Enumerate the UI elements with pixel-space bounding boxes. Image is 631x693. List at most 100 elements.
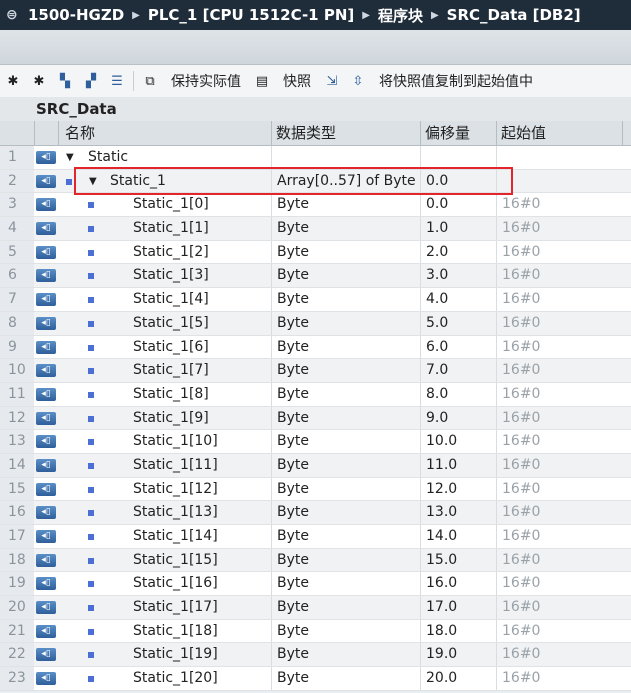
cell-start-value[interactable]: 16#0 — [502, 336, 540, 359]
row-number[interactable]: 8 — [0, 311, 34, 335]
cell-start-value[interactable]: 16#0 — [502, 359, 540, 382]
cell-name[interactable]: Static_1[18] — [133, 620, 218, 643]
cell-name[interactable]: Static_1[20] — [133, 667, 218, 690]
column-header-data-type[interactable]: 数据类型 — [271, 121, 420, 145]
cell-start-value[interactable]: 16#0 — [502, 217, 540, 240]
cell-start-value[interactable]: 16#0 — [502, 667, 540, 690]
table-row[interactable]: 13 ◂▯ Static_1[10] Byte 10.0 16#0 — [0, 430, 631, 454]
table-row[interactable]: 5 ◂▯ Static_1[2] Byte 2.0 16#0 — [0, 240, 631, 265]
table-row[interactable]: 23 ◂▯ Static_1[20] Byte 20.0 16#0 — [0, 667, 631, 691]
cell-data-type[interactable]: Byte — [277, 478, 309, 501]
cell-data-type[interactable]: Byte — [277, 454, 309, 477]
table-row[interactable]: 16 ◂▯ Static_1[13] Byte 13.0 16#0 — [0, 501, 631, 525]
breadcrumb-project[interactable]: 1500-HGZD — [28, 6, 124, 24]
row-number[interactable]: 5 — [0, 240, 34, 264]
row-number[interactable]: 20 — [0, 596, 34, 619]
cell-data-type[interactable]: Byte — [277, 217, 309, 240]
monitor-icon[interactable]: ⧉ — [137, 70, 163, 92]
cell-start-value[interactable]: 16#0 — [502, 193, 540, 216]
cell-name[interactable]: Static_1[16] — [133, 572, 218, 595]
cell-data-type[interactable]: Byte — [277, 359, 309, 382]
row-number[interactable]: 19 — [0, 572, 34, 596]
table-row[interactable]: 15 ◂▯ Static_1[12] Byte 12.0 16#0 — [0, 477, 631, 502]
table-row[interactable]: 10 ◂▯ Static_1[7] Byte 7.0 16#0 — [0, 359, 631, 383]
cell-start-value[interactable]: 16#0 — [502, 549, 540, 572]
cell-data-type[interactable]: Byte — [277, 620, 309, 643]
cell-name[interactable]: Static_1[5] — [133, 312, 209, 335]
table-row[interactable]: 18 ◂▯ Static_1[15] Byte 15.0 16#0 — [0, 548, 631, 573]
row-number[interactable]: 17 — [0, 525, 34, 548]
table-row[interactable]: 11 ◂▯ Static_1[8] Byte 8.0 16#0 — [0, 382, 631, 407]
table-row[interactable]: 3 ◂▯ Static_1[0] Byte 0.0 16#0 — [0, 193, 631, 218]
cell-start-value[interactable]: 16#0 — [502, 620, 540, 643]
cell-name[interactable]: Static — [88, 146, 128, 169]
cell-name[interactable]: Static_1[19] — [133, 643, 218, 666]
row-number[interactable]: 6 — [0, 264, 34, 288]
breadcrumb-folder[interactable]: 程序块 — [378, 5, 423, 26]
cell-data-type[interactable]: Byte — [277, 312, 309, 335]
add-row-icon[interactable]: ✱ — [26, 70, 52, 92]
cell-data-type[interactable]: Byte — [277, 596, 309, 619]
column-header-more[interactable] — [622, 121, 631, 145]
cell-start-value[interactable]: 16#0 — [502, 241, 540, 264]
cell-data-type[interactable]: Byte — [277, 549, 309, 572]
cell-data-type[interactable]: Byte — [277, 193, 309, 216]
column-header-name[interactable]: 名称 — [58, 121, 271, 145]
cell-data-type[interactable]: Byte — [277, 430, 309, 453]
row-number[interactable]: 7 — [0, 288, 34, 311]
cell-start-value[interactable]: 16#0 — [502, 383, 540, 406]
insert-row-icon[interactable]: ✱ — [0, 70, 26, 92]
cell-data-type[interactable]: Byte — [277, 525, 309, 548]
row-number[interactable]: 22 — [0, 643, 34, 667]
table-row[interactable]: 17 ◂▯ Static_1[14] Byte 14.0 16#0 — [0, 525, 631, 549]
cell-name[interactable]: Static_1[17] — [133, 596, 218, 619]
cell-data-type[interactable]: Byte — [277, 383, 309, 406]
table-row[interactable]: 8 ◂▯ Static_1[5] Byte 5.0 16#0 — [0, 311, 631, 336]
cell-data-type[interactable]: Byte — [277, 501, 309, 524]
cell-data-type[interactable]: Byte — [277, 288, 309, 311]
list-icon[interactable]: ☰ — [104, 70, 130, 92]
cell-start-value[interactable]: 16#0 — [502, 478, 540, 501]
cell-name[interactable]: Static_1[0] — [133, 193, 209, 216]
table-row[interactable]: 12 ◂▯ Static_1[9] Byte 9.0 16#0 — [0, 406, 631, 431]
cell-name[interactable]: Static_1[15] — [133, 549, 218, 572]
cell-data-type[interactable]: Byte — [277, 407, 309, 430]
cell-start-value[interactable]: 16#0 — [502, 430, 540, 453]
table-row[interactable]: 22 ◂▯ Static_1[19] Byte 19.0 16#0 — [0, 643, 631, 668]
collapse-triangle-icon[interactable]: ▼ — [66, 146, 74, 169]
row-number[interactable]: 9 — [0, 335, 34, 359]
cell-start-value[interactable]: 16#0 — [502, 643, 540, 666]
row-number[interactable]: 11 — [0, 382, 34, 406]
row-number[interactable]: 23 — [0, 667, 34, 690]
copy-snapshot-icon[interactable]: ⇲ — [319, 70, 345, 92]
cell-start-value[interactable]: 16#0 — [502, 525, 540, 548]
table-row[interactable]: 6 ◂▯ Static_1[3] Byte 3.0 16#0 — [0, 264, 631, 289]
cell-name[interactable]: Static_1[2] — [133, 241, 209, 264]
cell-data-type[interactable]: Byte — [277, 264, 309, 287]
table-row[interactable]: 19 ◂▯ Static_1[16] Byte 16.0 16#0 — [0, 572, 631, 597]
cell-start-value[interactable]: 16#0 — [502, 264, 540, 287]
cell-name[interactable]: Static_1[9] — [133, 407, 209, 430]
cell-name[interactable]: Static_1[13] — [133, 501, 218, 524]
cell-name[interactable]: Static_1[8] — [133, 383, 209, 406]
row-number[interactable]: 2 — [0, 169, 34, 193]
cell-start-value[interactable]: 16#0 — [502, 312, 540, 335]
row-number[interactable]: 10 — [0, 359, 34, 382]
keep-actual-values-button[interactable]: 保持实际值 — [171, 71, 241, 91]
cell-data-type[interactable]: Byte — [277, 572, 309, 595]
collapse-icon[interactable]: ▞ — [78, 70, 104, 92]
row-number[interactable]: 16 — [0, 501, 34, 524]
cell-data-type[interactable]: Byte — [277, 643, 309, 666]
column-header-start-value[interactable]: 起始值 — [496, 121, 622, 145]
cell-start-value[interactable]: 16#0 — [502, 454, 540, 477]
cell-data-type[interactable]: Byte — [277, 336, 309, 359]
row-number[interactable]: 18 — [0, 548, 34, 572]
snapshot-button[interactable]: 快照 — [283, 71, 311, 91]
row-number[interactable]: 4 — [0, 217, 34, 240]
row-number[interactable]: 15 — [0, 477, 34, 501]
table-row[interactable]: 4 ◂▯ Static_1[1] Byte 1.0 16#0 — [0, 217, 631, 241]
cell-name[interactable]: Static_1[7] — [133, 359, 209, 382]
cell-start-value[interactable]: 16#0 — [502, 572, 540, 595]
row-number[interactable]: 14 — [0, 453, 34, 477]
cell-start-value[interactable]: 16#0 — [502, 501, 540, 524]
